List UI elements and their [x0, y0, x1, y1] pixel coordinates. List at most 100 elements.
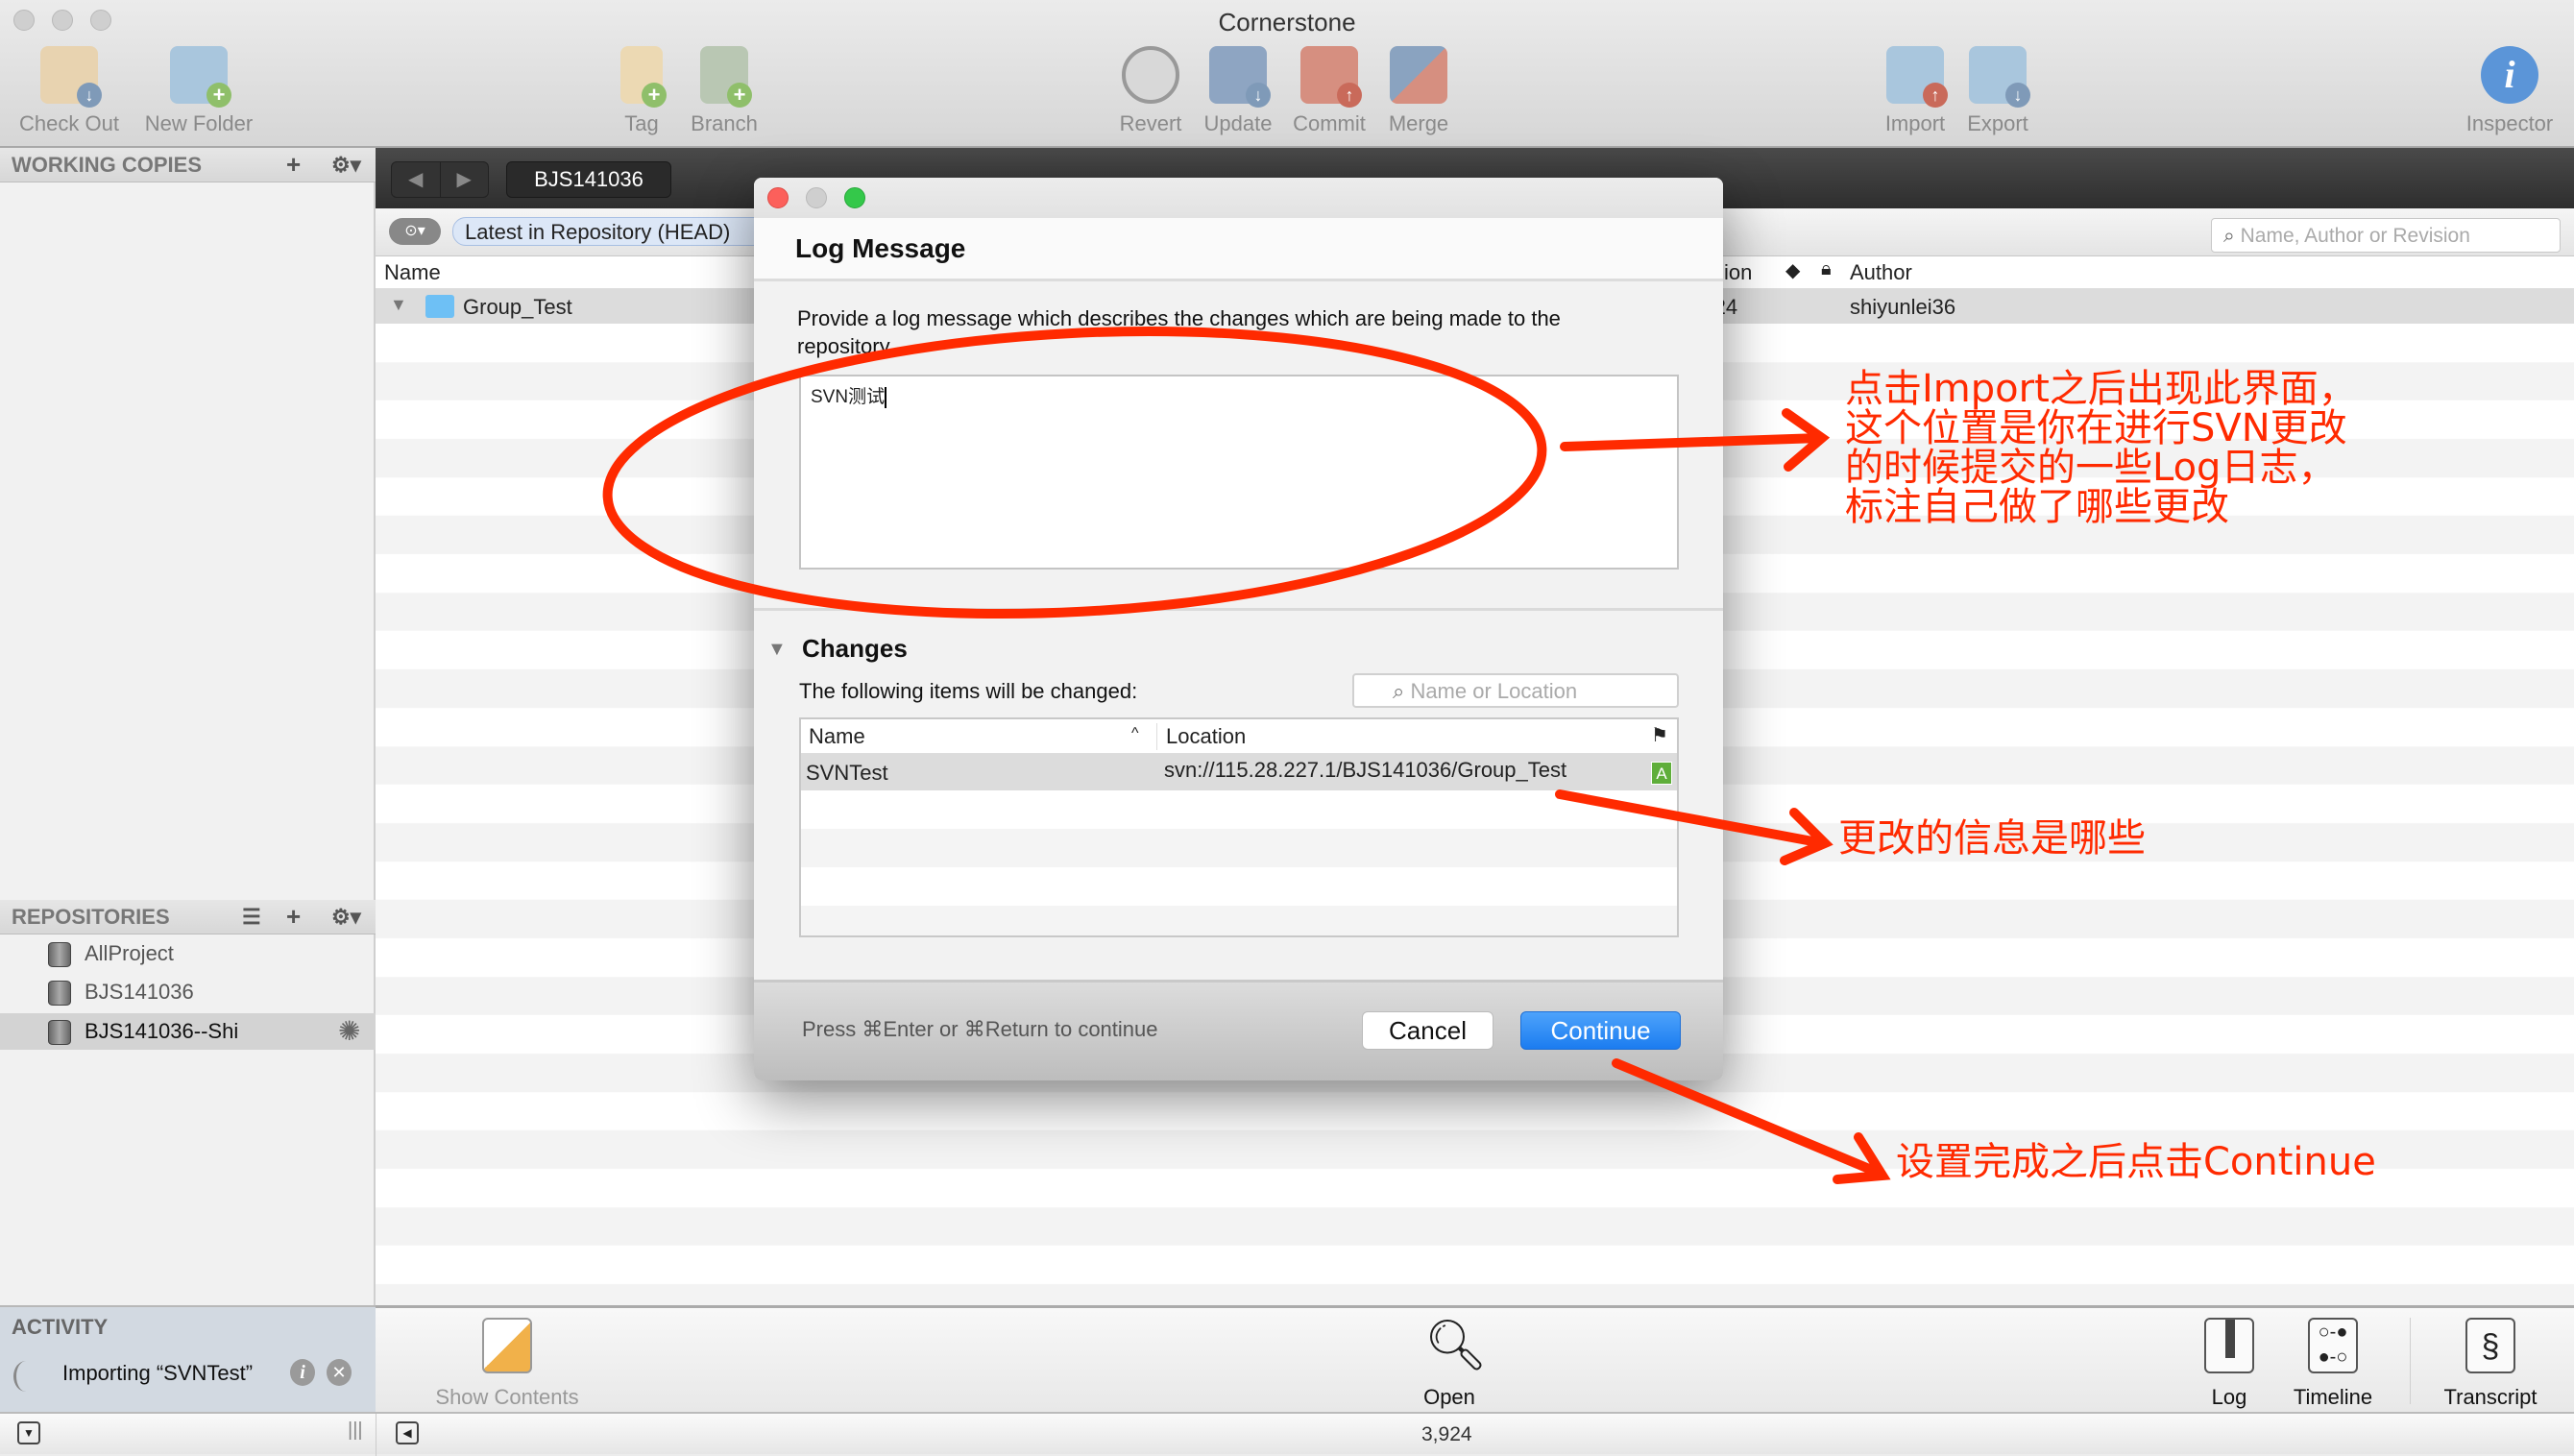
note-line: 这个位置是你在进行SVN更改 [1845, 406, 2347, 450]
cancel-activity-icon[interactable]: ✕ [327, 1359, 352, 1386]
changes-table-header: Name ^ Location ⚑ [801, 719, 1677, 754]
search-input[interactable]: ⌕ Name, Author or Revision [2211, 218, 2561, 253]
back-button[interactable]: ◀ [392, 162, 441, 197]
column-author[interactable]: Author [1850, 260, 1912, 285]
changes-table: Name ^ Location ⚑ SVNTest svn://115.28.2… [799, 717, 1679, 937]
activity-panel: ACTIVITY Importing “SVNTest” i ✕ [0, 1305, 376, 1412]
progress-spinner-icon [13, 1361, 38, 1392]
list-icon[interactable]: ☰ [242, 905, 261, 930]
add-repository-button[interactable]: + [286, 902, 301, 932]
note-line: 的时候提交的一些Log日志， [1845, 446, 2337, 490]
item-name: SVNTest [806, 761, 888, 785]
export-button[interactable]: ↓ Export [1930, 46, 2065, 136]
column-revision[interactable]: ion [1724, 260, 1752, 285]
revision-menu-button[interactable]: ⊙▾ [389, 218, 441, 245]
row-author: shiyunlei36 [1850, 295, 1956, 319]
toolbar: Cornerstone ↓ Check Out + New Folder + Tag … [0, 0, 2574, 148]
toggle-sidebar-button[interactable]: ◀ [396, 1421, 419, 1444]
database-icon [48, 981, 71, 1006]
cancel-button[interactable]: Cancel [1362, 1011, 1493, 1050]
forward-button[interactable]: ▶ [441, 162, 489, 197]
note-line: 标注自己做了哪些更改 [1845, 485, 2229, 529]
label: Export [1967, 111, 2028, 135]
search-icon: ⌕ [2223, 225, 2241, 247]
merge-button[interactable]: Merge [1351, 46, 1486, 136]
label: Branch [691, 111, 758, 135]
table-row[interactable]: SVNTest svn://115.28.227.1/BJS141036/Gro… [801, 754, 1677, 790]
dialog-footer: Press ⌘Enter or ⌘Return to continue Canc… [754, 980, 1723, 1080]
label: AllProject [85, 941, 174, 965]
folder-icon [425, 295, 454, 318]
zoom-dialog-button[interactable] [844, 187, 865, 208]
changes-title: Changes [802, 634, 908, 663]
show-contents-button[interactable]: Show Contents [430, 1318, 584, 1410]
activity-item: Importing “SVNTest” [62, 1361, 254, 1385]
bookmark-icon [2204, 1318, 2254, 1373]
dialog-title: Log Message [795, 233, 966, 263]
dialog-titlebar [754, 178, 1723, 218]
label: New Folder [144, 111, 254, 135]
resize-handle[interactable]: ||| [348, 1420, 363, 1442]
gear-icon[interactable]: ⚙▾ [331, 153, 361, 178]
working-copies-header: WORKING COPIES + ⚙▾ [0, 148, 376, 182]
label: BJS141036 [85, 980, 194, 1004]
info-icon: i [2481, 46, 2538, 104]
bottom-toolbar: Show Contents 🔍︎ Open Log ○-● ●-○ Timeline … [376, 1305, 2574, 1412]
disclosure-triangle-icon[interactable]: ▼ [390, 295, 407, 315]
revision-readout: 3,924 [1421, 1423, 1472, 1445]
continue-button[interactable]: Continue [1520, 1011, 1681, 1050]
add-working-copy-button[interactable]: + [286, 150, 301, 180]
repository-item[interactable]: AllProject [0, 935, 376, 972]
close-dialog-button[interactable] [767, 187, 789, 208]
log-message-input[interactable]: SVN测试 [799, 375, 1679, 570]
toggle-activity-button[interactable]: ▼ [17, 1421, 40, 1444]
database-icon [48, 942, 71, 967]
new-folder-button[interactable]: + New Folder [132, 46, 266, 136]
export-icon: ↓ [1969, 46, 2030, 108]
tag-icon: ◆ [1785, 260, 1801, 281]
row-name: Group_Test [463, 295, 572, 319]
column-location[interactable]: Location [1166, 724, 1246, 749]
log-message-dialog: Log Message Provide a log message which … [754, 178, 1723, 1080]
label: Merge [1388, 111, 1449, 135]
repository-item[interactable]: BJS141036 [0, 974, 376, 1010]
placeholder: Name or Location [1410, 679, 1578, 703]
scroll-icon: § [2465, 1318, 2515, 1373]
branch-button[interactable]: + Branch [657, 46, 791, 136]
repository-item-selected[interactable]: BJS141036--Shi ✺ [0, 1013, 376, 1050]
column-name[interactable]: Name [809, 724, 865, 749]
label: Timeline [2293, 1385, 2373, 1409]
open-button[interactable]: 🔍︎ Open [1372, 1318, 1526, 1410]
info-icon[interactable]: i [290, 1359, 315, 1386]
gear-icon[interactable]: ⚙▾ [331, 905, 361, 930]
disclosure-triangle-icon[interactable]: ▼ [767, 639, 787, 661]
minimize-dialog-button[interactable] [806, 187, 827, 208]
label: Open [1423, 1385, 1475, 1409]
note-line: 点击Import之后出现此界面， [1845, 367, 2357, 411]
changes-filter-input[interactable]: ⌕ Name or Location [1352, 673, 1679, 708]
repository-tab[interactable]: BJS141036 [506, 161, 671, 198]
document-icon [482, 1318, 532, 1373]
transcript-button[interactable]: § Transcript [2414, 1318, 2567, 1410]
label: Check Out [19, 111, 119, 135]
search-icon: ⌕ [1393, 679, 1411, 703]
column-name[interactable]: Name [384, 260, 441, 285]
sort-ascending-icon: ^ [1131, 725, 1139, 741]
history-nav: ◀ ▶ [391, 161, 489, 198]
section-title: REPOSITORIES [12, 905, 170, 929]
checkout-icon: ↓ [40, 46, 102, 108]
added-status-badge: A [1651, 762, 1672, 785]
timeline-button[interactable]: ○-● ●-○ Timeline [2256, 1318, 2410, 1410]
text-caret [885, 386, 887, 408]
annotation-note2: 更改的信息是哪些 [1838, 816, 2146, 861]
dialog-header: Log Message [754, 218, 1723, 281]
check-out-button[interactable]: ↓ Check Out [2, 46, 136, 136]
item-location: svn://115.28.227.1/BJS141036/Group_Test [1164, 758, 1567, 782]
changes-description: The following items will be changed: [799, 679, 1138, 703]
update-icon: ↓ [1209, 46, 1271, 108]
inspector-button[interactable]: i Inspector [2442, 46, 2574, 136]
annotation-note1: 点击Import之后出现此界面， 这个位置是你在进行SVN更改 的时候提交的一些… [1845, 370, 2357, 527]
keyboard-hint: Press ⌘Enter or ⌘Return to continue [802, 1017, 1158, 1041]
divider [2410, 1318, 2411, 1404]
section-title: WORKING COPIES [12, 153, 203, 177]
